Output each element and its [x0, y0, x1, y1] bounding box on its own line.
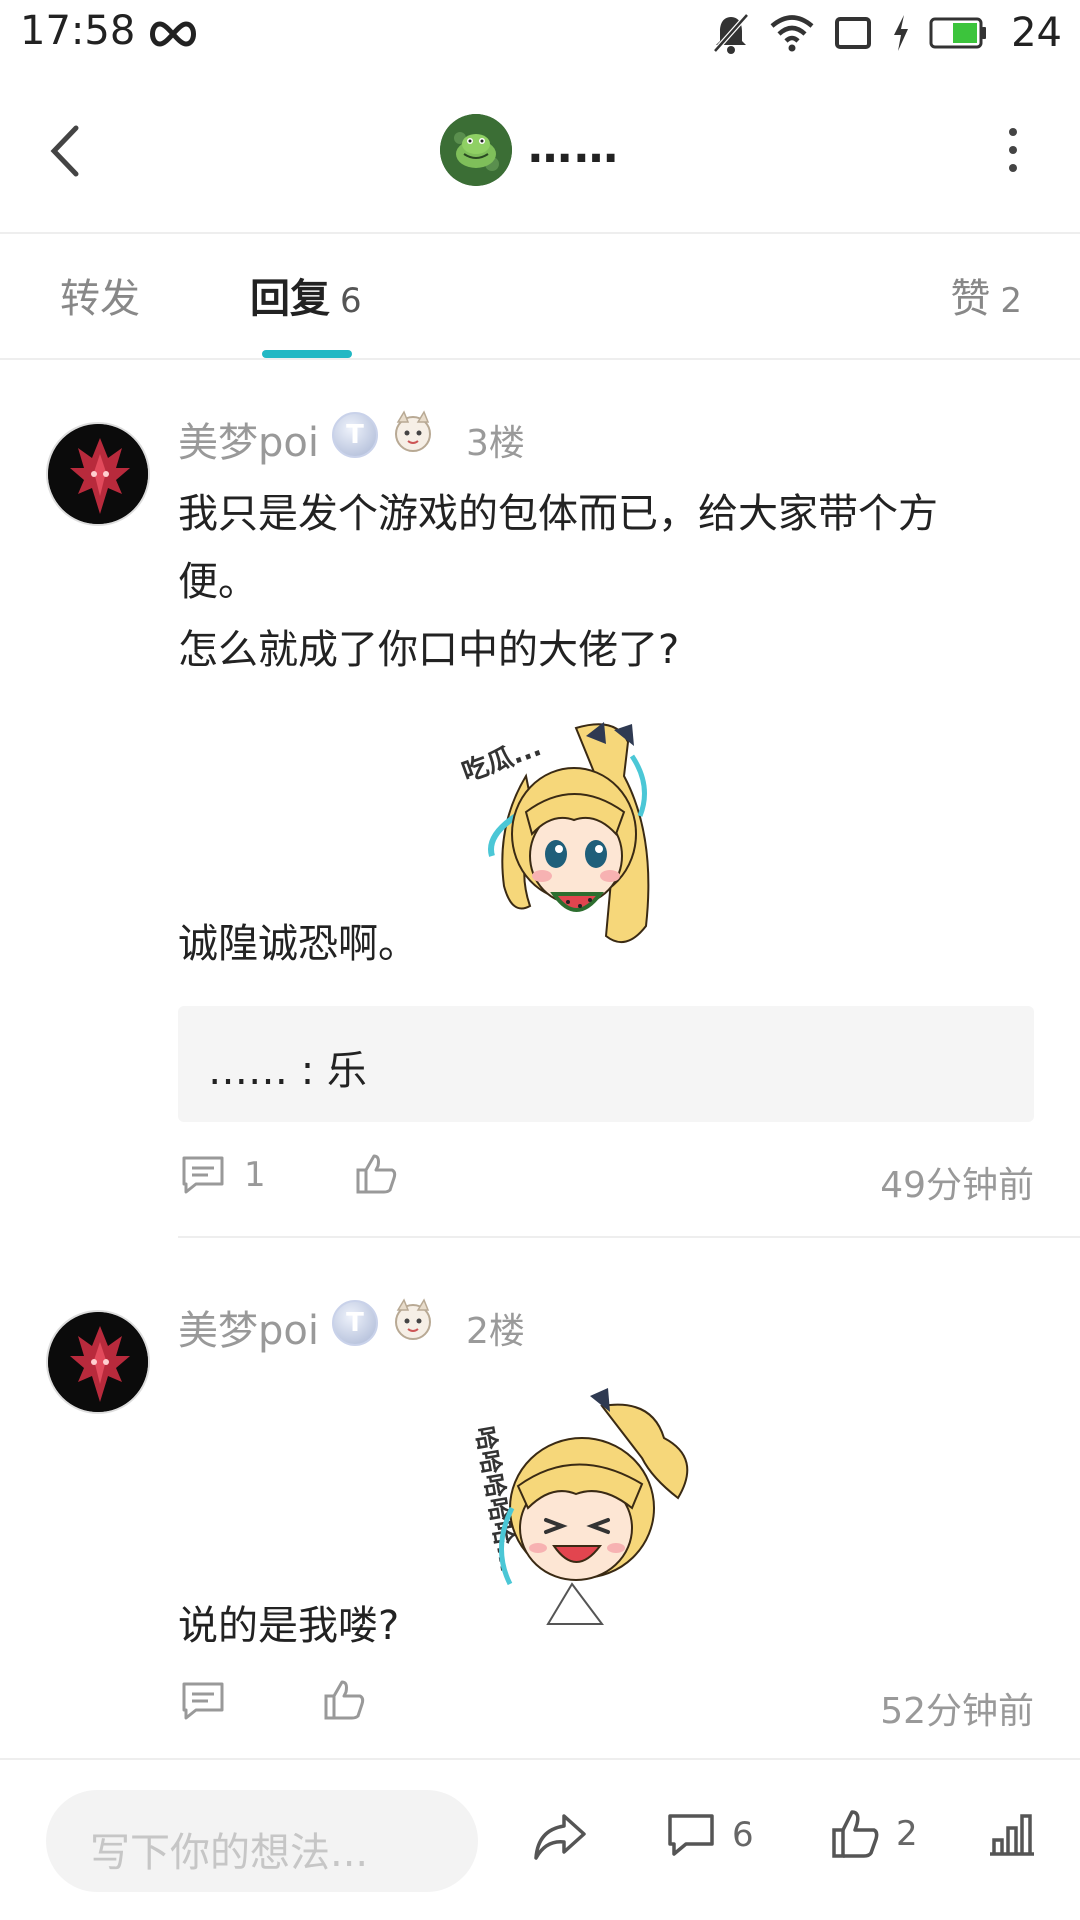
avatar[interactable]	[46, 422, 150, 526]
bar-chart-icon	[990, 1814, 1034, 1856]
bottom-action-bar: 写下你的想法... 6 2	[0, 1758, 1080, 1920]
sticker-caption: 吃瓜...	[458, 732, 545, 788]
more-dot-icon	[1009, 146, 1017, 154]
post-text-line: 便。	[178, 559, 258, 605]
post-divider	[178, 1236, 1080, 1238]
mute-bell-icon	[713, 13, 749, 54]
battery-icon	[929, 17, 987, 49]
top-header: ……	[0, 66, 1080, 234]
tab-reply[interactable]: 回复 6	[250, 266, 362, 324]
comment-icon	[182, 1682, 224, 1720]
comment-bubble-icon	[668, 1814, 714, 1856]
battery-level: 24	[1011, 10, 1062, 56]
dragon-avatar-icon	[48, 1312, 148, 1412]
tab-bar: 转发 回复 6 赞2	[0, 234, 1080, 360]
tab-like[interactable]: 赞2	[950, 266, 1022, 324]
comments-count: 6	[732, 1815, 754, 1855]
status-time: 17:58	[20, 8, 136, 54]
thumbs-up-icon	[356, 1154, 397, 1194]
tab-forward-label: 转发	[60, 276, 140, 322]
pet-badge-icon	[395, 410, 431, 452]
page-title: ……	[528, 122, 620, 173]
reply-post: 美梦poi T 3楼 我只是发个游戏的包体而已，给大家带个方 便。 怎么就成了你…	[0, 362, 1080, 1242]
sticker-image[interactable]: 吃瓜...	[456, 716, 696, 964]
tab-like-count: 2	[1000, 281, 1022, 321]
status-bar: 17:58 24	[0, 0, 1080, 66]
status-icons: 24	[711, 6, 1062, 60]
thumbs-up-icon	[832, 1810, 879, 1858]
comments-button[interactable]: 6	[666, 1810, 754, 1860]
reply-count: 1	[244, 1155, 266, 1195]
tab-like-label: 赞	[950, 276, 991, 322]
post-text-after-sticker: 说的是我喽?	[178, 1603, 400, 1649]
post-text-line: 我只是发个游戏的包体而已，给大家带个方	[178, 491, 938, 537]
quoted-reply[interactable]: …… : 乐	[178, 1006, 1034, 1122]
thumbs-up-icon	[324, 1680, 365, 1720]
share-button[interactable]	[532, 1812, 588, 1864]
comment-input[interactable]: 写下你的想法...	[46, 1790, 478, 1892]
floor-number: 2楼	[466, 1311, 525, 1352]
post-time: 49分钟前	[880, 1165, 1034, 1206]
comment-icon	[182, 1156, 224, 1194]
sticker-image[interactable]: 哈哈哈哈哈...	[452, 1388, 712, 1626]
post-text-after-sticker: 诚隍诚恐啊。	[178, 921, 418, 967]
quoted-reply-text: …… : 乐	[208, 1048, 367, 1094]
level-badge: T	[332, 412, 378, 458]
reply-button[interactable]: 1	[180, 1154, 266, 1196]
avatar[interactable]	[46, 1310, 150, 1414]
author-avatar[interactable]	[440, 114, 512, 186]
level-badge: T	[332, 1300, 378, 1346]
active-tab-indicator	[262, 350, 352, 358]
more-options-button[interactable]	[998, 120, 1028, 180]
post-text-line: 怎么就成了你口中的大佬了?	[178, 627, 680, 673]
tab-reply-label: 回复	[250, 276, 330, 322]
more-dot-icon	[1009, 164, 1017, 172]
like-button[interactable]	[354, 1152, 398, 1196]
screen-rotate-icon	[835, 17, 872, 49]
back-button[interactable]	[36, 116, 92, 186]
post-text: 我只是发个游戏的包体而已，给大家带个方 便。 怎么就成了你口中的大佬了?	[178, 480, 938, 684]
stats-button[interactable]	[986, 1810, 1038, 1858]
like-button[interactable]	[322, 1678, 366, 1722]
pet-badge-icon	[395, 1298, 431, 1340]
dragon-avatar-icon	[48, 424, 148, 524]
username[interactable]: 美梦poi	[178, 1298, 319, 1356]
username[interactable]: 美梦poi	[178, 410, 319, 468]
crocodile-avatar-icon	[440, 114, 512, 186]
charging-icon	[894, 15, 909, 51]
reply-button[interactable]	[180, 1680, 226, 1722]
post-time: 52分钟前	[880, 1691, 1034, 1732]
reply-post: 美梦poi T 2楼 哈哈哈哈哈... 说的是我喽? 52分钟前	[0, 1252, 1080, 1752]
infinity-icon	[150, 21, 196, 47]
tab-reply-count: 6	[340, 281, 362, 321]
like-post-button[interactable]: 2	[830, 1808, 918, 1860]
chevron-left-icon	[50, 125, 79, 177]
tab-forward[interactable]: 转发	[60, 266, 140, 324]
floor-number: 3楼	[466, 423, 525, 464]
comment-input-placeholder: 写下你的想法...	[90, 1830, 369, 1876]
wifi-icon	[770, 15, 814, 52]
more-dot-icon	[1009, 128, 1017, 136]
likes-count: 2	[896, 1814, 918, 1854]
share-icon	[534, 1814, 586, 1860]
